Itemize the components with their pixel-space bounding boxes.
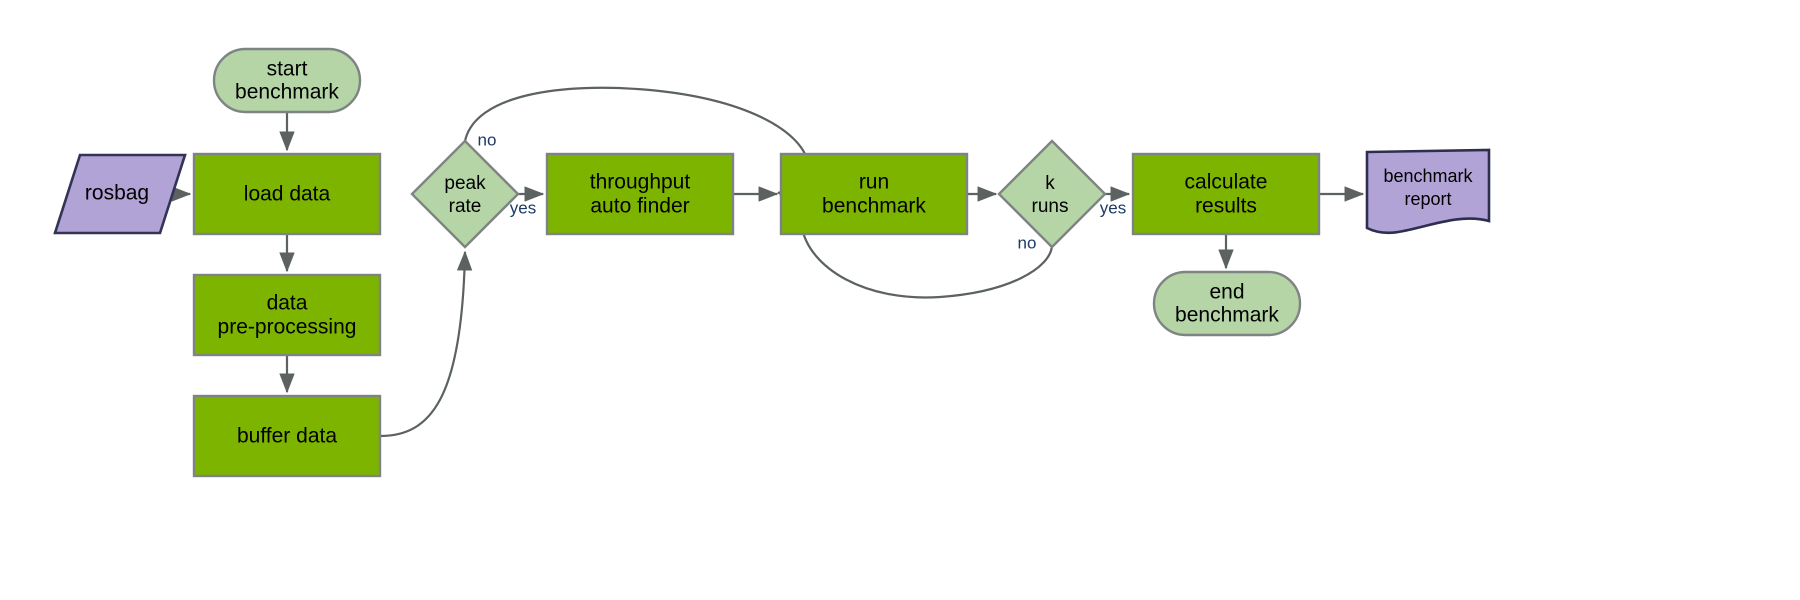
edge-label-peak-rate-no: no [478, 130, 497, 149]
edge-label-peak-rate-yes: yes [510, 198, 536, 217]
k-runs-decision[interactable]: k runs [997, 139, 1107, 249]
peak-rate-label-line2: rate [449, 196, 482, 217]
benchmark-report-label-line1: benchmark [1383, 166, 1473, 186]
run-benchmark-label-line2: benchmark [822, 195, 926, 218]
end-benchmark-label-line1: end [1209, 281, 1244, 304]
calculate-results-label-line2: results [1195, 195, 1257, 218]
buffer-data-process[interactable]: buffer data [192, 394, 382, 478]
benchmark-report-label-line2: report [1404, 189, 1451, 209]
benchmark-report-document[interactable]: benchmark report [1365, 148, 1491, 235]
peak-rate-label-line1: peak [444, 173, 486, 194]
k-runs-label-line2: runs [1032, 196, 1069, 217]
flowchart-svg: start benchmark rosbag load data data pr… [53, 47, 1491, 478]
data-pre-processing-label-line1: data [267, 292, 308, 315]
edge-layer [160, 86, 1365, 438]
throughput-auto-finder-label-line2: auto finder [590, 195, 689, 218]
peak-rate-decision[interactable]: peak rate [410, 139, 520, 249]
edge-label-k-runs-yes: yes [1100, 198, 1126, 217]
load-data-label: load data [244, 183, 331, 206]
data-pre-processing-process[interactable]: data pre-processing [192, 273, 382, 357]
start-benchmark-label-line1: start [267, 58, 308, 81]
node-layer: start benchmark rosbag load data data pr… [53, 47, 1491, 478]
load-data-process[interactable]: load data [192, 152, 382, 236]
start-benchmark-label-line2: benchmark [235, 81, 339, 104]
end-benchmark-terminal[interactable]: end benchmark [1152, 270, 1302, 337]
k-runs-label-line1: k [1045, 173, 1055, 194]
rosbag-label: rosbag [85, 182, 149, 205]
run-benchmark-label-line1: run [859, 171, 889, 194]
throughput-auto-finder-label-line1: throughput [590, 171, 691, 194]
buffer-data-label: buffer data [237, 425, 337, 448]
data-pre-processing-label-line2: pre-processing [218, 316, 357, 339]
edge-label-k-runs-no: no [1018, 233, 1037, 252]
rosbag-data-node[interactable]: rosbag [53, 153, 187, 235]
edge-buffer-data-to-peak-rate [379, 250, 473, 438]
calculate-results-label-line1: calculate [1185, 171, 1268, 194]
flowchart-canvas: start benchmark rosbag load data data pr… [0, 0, 1800, 600]
end-benchmark-label-line2: benchmark [1175, 304, 1279, 327]
start-benchmark-terminal[interactable]: start benchmark [212, 47, 362, 114]
run-benchmark-process[interactable]: run benchmark [779, 152, 969, 236]
throughput-auto-finder-process[interactable]: throughput auto finder [545, 152, 735, 236]
calculate-results-process[interactable]: calculate results [1131, 152, 1321, 236]
